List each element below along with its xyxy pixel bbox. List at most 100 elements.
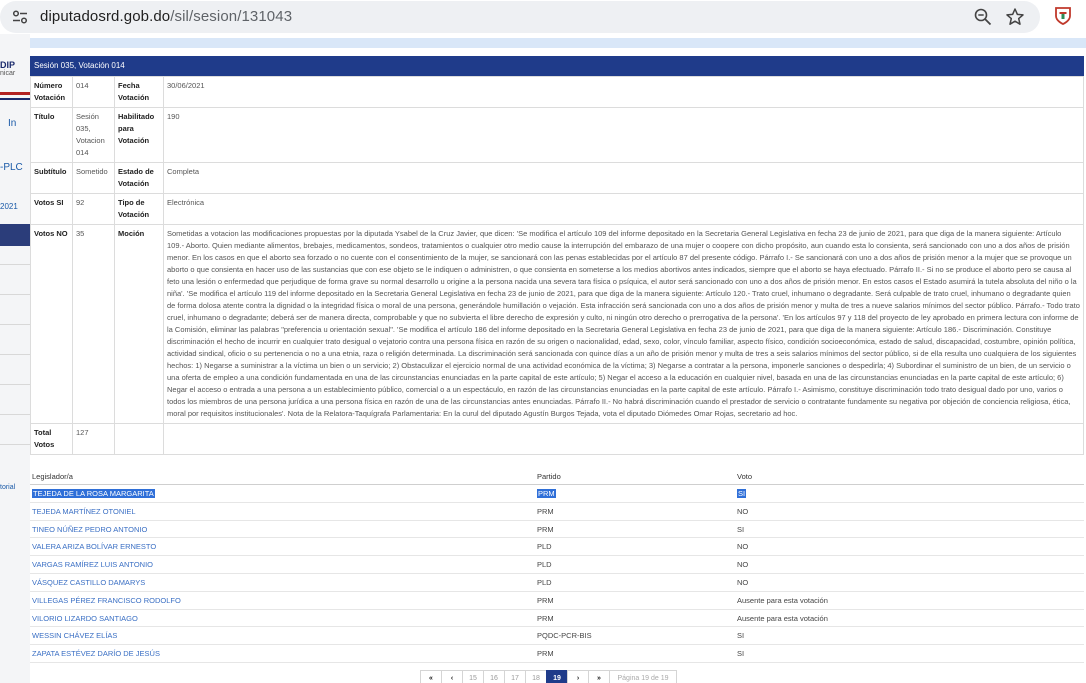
value-numero-votacion: 014 [72, 76, 115, 108]
table-row: WESSIN CHÁVEZ ELÍAS PQDC-PCR-BIS SI [30, 627, 1084, 646]
background-nav-block [0, 224, 30, 246]
background-divider [0, 354, 30, 355]
current-page-button[interactable]: 19 [546, 670, 568, 683]
party-cell: PRM [537, 524, 554, 534]
info-row: Subtítulo Sometido Estado de Votación Co… [30, 162, 1084, 194]
page-button[interactable]: 15 [462, 670, 484, 683]
table-row: TEJEDA DE LA ROSA MARGARITA PRM SI [30, 485, 1084, 503]
label-tipo-votacion: Tipo de Votación [114, 193, 164, 225]
table-row: VALERA ARIZA BOLÍVAR ERNESTO PLD NO [30, 538, 1084, 557]
panel-header: Sesión 035, Votación 014 [30, 56, 1084, 76]
value-tipo-votacion: Electrónica [163, 193, 1084, 225]
background-year: 2021 [0, 202, 18, 211]
vote-cell: SI [737, 649, 745, 659]
address-bar[interactable]: diputadosrd.gob.do/sil/sesion/131043 [0, 1, 1040, 33]
label-numero-votacion: Número Votación [30, 76, 73, 108]
legislator-link[interactable]: ZAPATA ESTÉVEZ DARÍO DE JESÚS [32, 649, 160, 658]
zoom-out-icon[interactable] [974, 8, 992, 26]
vote-cell: Ausente para esta votación [737, 613, 828, 623]
browser-toolbar: diputadosrd.gob.do/sil/sesion/131043 [0, 0, 1086, 34]
vote-cell: SI [737, 489, 747, 498]
background-divider [0, 264, 30, 265]
label-subtitulo: Subtítulo [30, 162, 73, 194]
value-fecha-votacion: 30/06/2021 [163, 76, 1084, 108]
vote-detail-modal: Sesión 035, Votación 014 Número Votación… [30, 34, 1086, 683]
vote-info-table: Número Votación 014 Fecha Votación 30/06… [30, 76, 1084, 455]
vote-cell: NO [737, 560, 749, 570]
column-header-legislador[interactable]: Legislador/a [32, 472, 73, 481]
page-button[interactable]: 16 [483, 670, 505, 683]
vote-cell: NO [737, 542, 749, 552]
site-settings-icon[interactable] [12, 10, 28, 24]
legislator-link[interactable]: VÁSQUEZ CASTILLO DAMARYS [32, 578, 145, 587]
column-header-voto[interactable]: Voto [737, 472, 752, 481]
legislator-link[interactable]: TINEO NÚÑEZ PEDRO ANTONIO [32, 525, 147, 534]
page-button[interactable]: 18 [525, 670, 547, 683]
label-habilitado: Habilitado para Votación [114, 107, 164, 163]
label-titulo: Título [30, 107, 73, 163]
bookmark-star-icon[interactable] [1005, 7, 1025, 27]
legislator-link[interactable]: WESSIN CHÁVEZ ELÍAS [32, 631, 117, 640]
next-page-button[interactable]: › [567, 670, 589, 683]
table-row: TINEO NÚÑEZ PEDRO ANTONIO PRM SI [30, 521, 1084, 539]
legislator-link[interactable]: VILLEGAS PÉREZ FRANCISCO RODOLFO [32, 596, 181, 605]
party-cell: PQDC-PCR-BIS [537, 631, 592, 641]
table-row: VILLEGAS PÉREZ FRANCISCO RODOLFO PRM Aus… [30, 592, 1084, 610]
background-link[interactable]: In [8, 118, 16, 129]
party-cell: PRM [537, 489, 556, 498]
column-header-partido[interactable]: Partido [537, 472, 561, 481]
value-votos-no: 35 [72, 224, 115, 424]
party-cell: PLD [537, 560, 552, 570]
url-text[interactable]: diputadosrd.gob.do/sil/sesion/131043 [40, 8, 292, 25]
background-divider [0, 384, 30, 385]
value-mocion: Sometidas a votacion las modificaciones … [163, 224, 1084, 424]
party-cell: PRM [537, 613, 554, 623]
table-row: VILORIO LIZARDO SANTIAGO PRM Ausente par… [30, 610, 1084, 628]
party-cell: PLD [537, 577, 552, 587]
page-button[interactable]: 17 [504, 670, 526, 683]
value-habilitado: 190 [163, 107, 1084, 163]
empty-cell [163, 423, 1084, 455]
label-estado: Estado de Votación [114, 162, 164, 194]
vote-cell: NO [737, 506, 749, 516]
background-divider [0, 98, 30, 100]
url-host: diputadosrd.gob.do [40, 8, 171, 25]
value-votos-si: 92 [72, 193, 115, 225]
value-estado: Completa [163, 162, 1084, 194]
party-cell: PRM [537, 506, 554, 516]
extension-shield-icon[interactable] [1054, 6, 1072, 26]
background-link[interactable]: -PLC [0, 162, 23, 173]
vote-cell: SI [737, 631, 745, 641]
label-mocion: Moción [114, 224, 164, 424]
label-fecha-votacion: Fecha Votación [114, 76, 164, 108]
label-votos-no: Votos NO [30, 224, 73, 424]
value-subtitulo: Sometido [72, 162, 115, 194]
votes-header-row: Legislador/a Partido Voto [30, 470, 1084, 485]
background-page: DIP nicar In -PLC 2021 torial [0, 34, 30, 683]
info-row: Total Votos 127 [30, 423, 1084, 455]
legislator-link[interactable]: TEJEDA DE LA ROSA MARGARITA [32, 489, 155, 498]
modal-top-bar [30, 38, 1086, 48]
background-divider [0, 414, 30, 415]
info-row: Número Votación 014 Fecha Votación 30/06… [30, 76, 1084, 108]
value-titulo: Sesión 035, Votacion 014 [72, 107, 115, 163]
background-logo: DIP [0, 60, 16, 70]
legislator-link[interactable]: VARGAS RAMÍREZ LUIS ANTONIO [32, 560, 153, 569]
prev-page-button[interactable]: ‹ [441, 670, 463, 683]
background-divider [0, 444, 30, 445]
background-divider [0, 294, 30, 295]
legislator-link[interactable]: VILORIO LIZARDO SANTIAGO [32, 614, 138, 623]
last-page-button[interactable]: » [588, 670, 610, 683]
label-votos-si: Votos SI [30, 193, 73, 225]
first-page-button[interactable]: « [420, 670, 442, 683]
pagination: « ‹ 15 16 17 18 19 › » Página 19 de 19 [420, 670, 677, 683]
party-cell: PRM [537, 649, 554, 659]
votes-table: Legislador/a Partido Voto TEJEDA DE LA R… [30, 470, 1084, 663]
table-row: TEJEDA MARTÍNEZ OTONIEL PRM NO [30, 503, 1084, 521]
legislator-link[interactable]: VALERA ARIZA BOLÍVAR ERNESTO [32, 542, 156, 551]
info-row: Votos SI 92 Tipo de Votación Electrónica [30, 193, 1084, 225]
legislator-link[interactable]: TEJEDA MARTÍNEZ OTONIEL [32, 507, 136, 516]
background-link[interactable]: torial [0, 484, 15, 491]
empty-cell [114, 423, 164, 455]
table-row: VÁSQUEZ CASTILLO DAMARYS PLD NO [30, 574, 1084, 592]
